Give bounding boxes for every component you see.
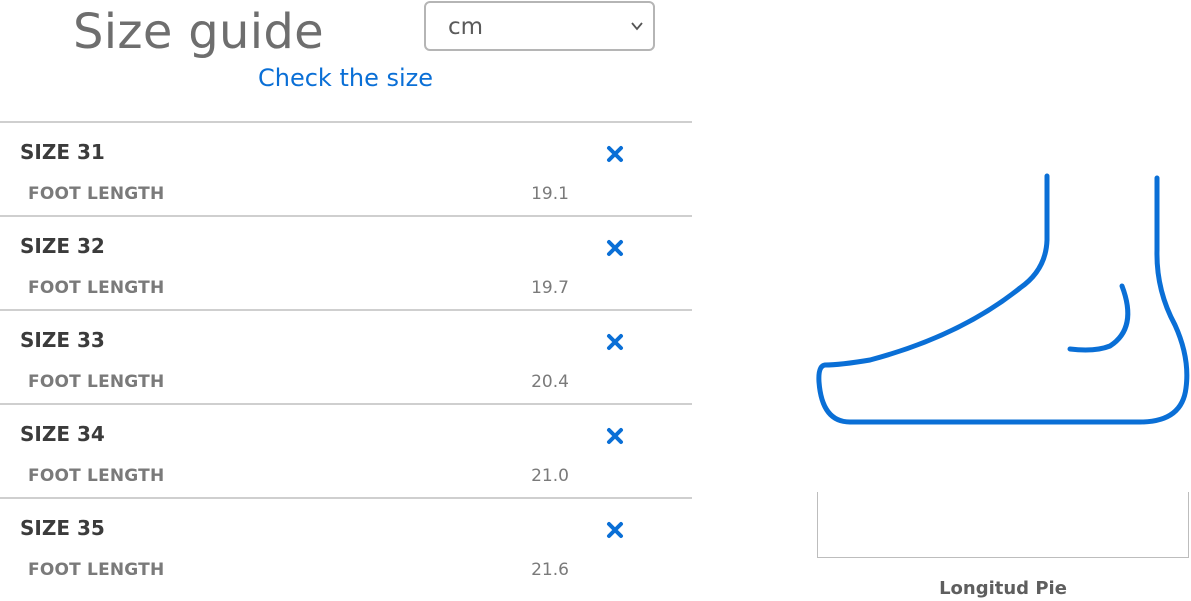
size-row: SIZE 31 FOOT LENGTH 19.1 <box>0 121 692 215</box>
foot-length-value: 21.6 <box>531 560 569 580</box>
unit-select[interactable]: cm <box>424 1 655 51</box>
foot-length-value: 19.1 <box>531 184 569 204</box>
measure-label: Longitud Pie <box>939 578 1067 599</box>
page-title: Size guide <box>73 4 325 60</box>
size-label: SIZE 34 <box>20 422 105 446</box>
foot-length-label: FOOT LENGTH <box>28 560 165 580</box>
size-label: SIZE 35 <box>20 516 105 540</box>
size-label: SIZE 33 <box>20 328 105 352</box>
close-icon[interactable] <box>604 519 626 541</box>
measure-bracket <box>817 492 1189 558</box>
foot-length-value: 21.0 <box>531 466 569 486</box>
foot-length-label: FOOT LENGTH <box>28 372 165 392</box>
size-row: SIZE 33 FOOT LENGTH 20.4 <box>0 309 692 403</box>
close-icon[interactable] <box>604 237 626 259</box>
foot-length-value: 19.7 <box>531 278 569 298</box>
size-label: SIZE 32 <box>20 234 105 258</box>
chevron-down-icon <box>631 22 643 31</box>
foot-length-value: 20.4 <box>531 372 569 392</box>
foot-length-label: FOOT LENGTH <box>28 466 165 486</box>
foot-outline-icon <box>816 173 1190 425</box>
close-icon[interactable] <box>604 425 626 447</box>
unit-select-value: cm <box>448 14 484 40</box>
size-row: SIZE 34 FOOT LENGTH 21.0 <box>0 403 692 497</box>
close-icon[interactable] <box>604 143 626 165</box>
close-icon[interactable] <box>604 331 626 353</box>
size-label: SIZE 31 <box>20 140 105 164</box>
check-size-link[interactable]: Check the size <box>258 64 433 92</box>
size-table: SIZE 31 FOOT LENGTH 19.1 SIZE 32 FOOT LE… <box>0 121 692 591</box>
size-row: SIZE 32 FOOT LENGTH 19.7 <box>0 215 692 309</box>
foot-length-label: FOOT LENGTH <box>28 278 165 298</box>
size-row: SIZE 35 FOOT LENGTH 21.6 <box>0 497 692 591</box>
foot-length-label: FOOT LENGTH <box>28 184 165 204</box>
